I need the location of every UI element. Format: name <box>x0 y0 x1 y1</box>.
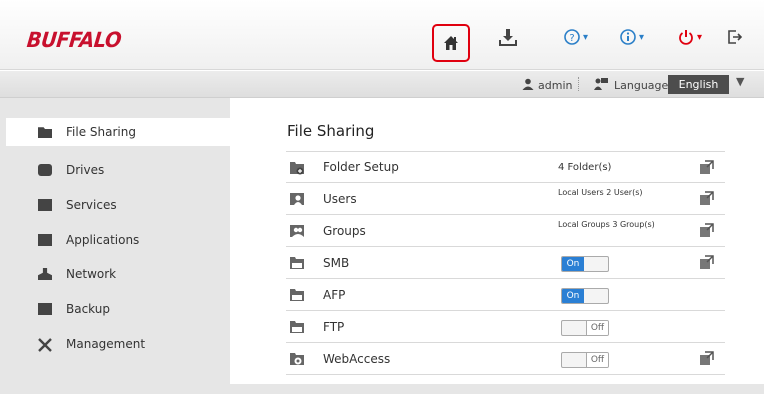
user-bar: admin Language English ▼ <box>0 71 764 98</box>
sidebar-item-label: Backup <box>66 302 110 316</box>
sidebar-item-label: Services <box>66 198 117 212</box>
row-folder-setup[interactable]: Folder Setup 4 Folder(s) <box>286 151 725 183</box>
row-label: Users <box>323 191 357 206</box>
language-select[interactable]: English <box>668 75 729 94</box>
folder-icon <box>38 127 52 138</box>
user-icon <box>522 78 534 93</box>
row-label: SMB <box>323 255 350 270</box>
row-webaccess[interactable]: WebAccess Off <box>286 343 725 375</box>
sidebar-item-services[interactable]: Services <box>6 191 230 219</box>
help-button[interactable]: ? ▾ <box>558 22 594 52</box>
folder-setup-icon <box>290 161 304 174</box>
edit-icon[interactable] <box>699 223 714 238</box>
smb-icon <box>290 257 304 269</box>
download-icon <box>499 28 517 46</box>
info-icon <box>620 29 636 45</box>
logout-button[interactable] <box>724 22 746 52</box>
sidebar-item-label: Applications <box>66 233 140 247</box>
language-icon <box>594 78 608 93</box>
power-button[interactable]: ▾ <box>673 22 707 52</box>
afp-icon <box>290 289 304 301</box>
network-icon <box>38 268 52 280</box>
drive-icon <box>38 164 52 176</box>
webaccess-icon <box>290 353 304 365</box>
main-panel: File Sharing Folder Setup 4 Folder(s) Us… <box>230 98 764 384</box>
page-title: File Sharing <box>287 122 375 140</box>
edit-icon[interactable] <box>699 255 714 270</box>
ftp-toggle[interactable]: Off <box>561 320 609 336</box>
applications-icon <box>38 234 52 246</box>
sidebar-item-file-sharing[interactable]: File Sharing <box>6 118 230 146</box>
info-caret: ▾ <box>638 31 645 43</box>
user-info: admin <box>522 78 572 93</box>
edit-icon[interactable] <box>699 160 714 175</box>
username: admin <box>538 79 573 92</box>
sidebar-item-network[interactable]: Network <box>6 260 230 288</box>
row-label: FTP <box>323 319 345 334</box>
home-icon <box>443 35 459 51</box>
help-caret: ▾ <box>582 31 589 43</box>
buffalo-logo: BUFFALO <box>25 28 123 52</box>
row-groups[interactable]: Groups Local Groups 3 Group(s) <box>286 215 725 247</box>
sidebar-item-management[interactable]: Management <box>6 330 230 358</box>
sidebar-item-backup[interactable]: Backup <box>6 295 230 323</box>
logout-icon <box>727 29 743 45</box>
row-label: AFP <box>323 287 346 302</box>
svg-text:?: ? <box>569 33 574 44</box>
management-icon <box>38 338 52 352</box>
language-label-group: Language <box>594 78 668 93</box>
power-icon <box>678 29 694 45</box>
toggle-state: Off <box>586 321 608 335</box>
toggle-state: On <box>562 257 584 271</box>
sidebar-item-applications[interactable]: Applications <box>6 226 230 254</box>
row-value: Local Groups 3 Group(s) <box>558 220 655 229</box>
toggle-state: Off <box>586 353 608 367</box>
toggle-state: On <box>562 289 584 303</box>
sidebar-item-label: Drives <box>66 163 105 177</box>
ftp-icon <box>290 321 304 333</box>
row-value: 4 Folder(s) <box>558 161 612 173</box>
edit-icon[interactable] <box>699 351 714 366</box>
help-icon: ? <box>564 29 580 45</box>
sidebar-item-label: Management <box>66 337 146 351</box>
services-icon <box>38 199 52 211</box>
language-label: Language <box>614 79 669 92</box>
webaccess-toggle[interactable]: Off <box>561 352 609 368</box>
row-value: Local Users 2 User(s) <box>558 188 643 197</box>
row-ftp[interactable]: FTP Off <box>286 311 725 343</box>
chevron-down-icon[interactable]: ▼ <box>736 75 744 88</box>
row-users[interactable]: Users Local Users 2 User(s) <box>286 183 725 215</box>
row-smb[interactable]: SMB On <box>286 247 725 279</box>
users-icon <box>290 193 304 205</box>
home-button[interactable] <box>432 24 470 62</box>
afp-toggle[interactable]: On <box>561 288 609 304</box>
row-afp[interactable]: AFP On <box>286 279 725 311</box>
edit-icon[interactable] <box>699 191 714 206</box>
sidebar-item-label: Network <box>66 267 117 281</box>
row-label: Groups <box>323 223 366 238</box>
sidebar-item-drives[interactable]: Drives <box>6 156 230 184</box>
download-button[interactable] <box>496 22 520 52</box>
power-caret: ▾ <box>696 31 703 43</box>
smb-toggle[interactable]: On <box>561 256 609 272</box>
row-label: Folder Setup <box>323 160 399 174</box>
row-label: WebAccess <box>323 351 391 366</box>
top-header: BUFFALO ? ▾ ▾ ▾ <box>0 0 764 70</box>
divider <box>578 77 579 91</box>
backup-icon <box>38 303 52 315</box>
info-button[interactable]: ▾ <box>614 22 650 52</box>
sidebar-item-label: File Sharing <box>66 125 136 139</box>
groups-icon <box>290 225 304 237</box>
